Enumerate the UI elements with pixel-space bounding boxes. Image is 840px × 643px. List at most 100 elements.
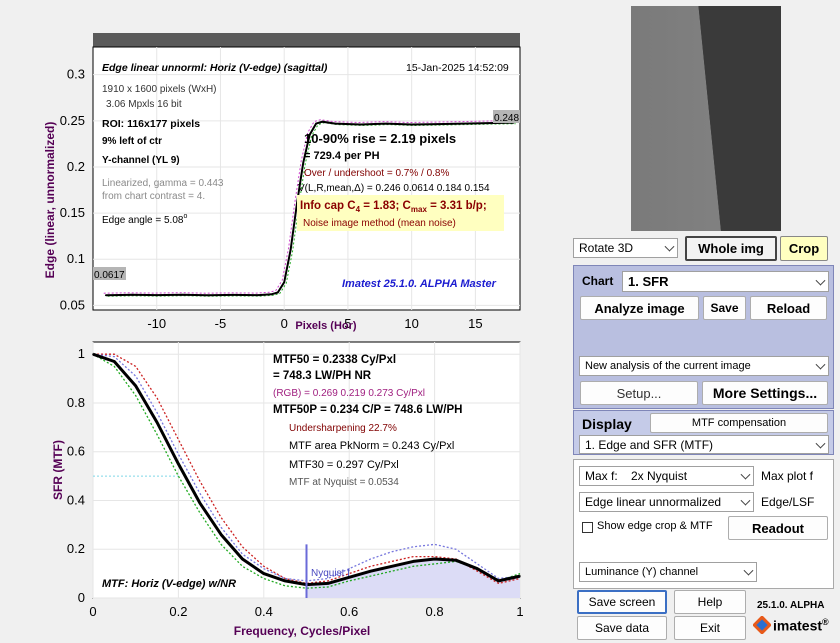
mtf-x-tick: 0.2 bbox=[169, 604, 187, 619]
mtf-point bbox=[433, 558, 436, 560]
chevron-down-icon bbox=[740, 495, 751, 506]
watermark-text: Imatest 25.1.0. ALPHA Master bbox=[342, 278, 497, 290]
mtf-point bbox=[412, 560, 415, 563]
edge-x-tick: 10 bbox=[404, 316, 418, 331]
brand-text: imatest bbox=[773, 617, 823, 634]
channel-select[interactable]: Luminance (Y) channel bbox=[579, 562, 757, 582]
edge-y-axis-label: Edge (linear, unnormalized) bbox=[43, 122, 57, 279]
mtf-point bbox=[369, 570, 372, 572]
mtf-point bbox=[284, 580, 286, 582]
left-value-label: 0.0617 bbox=[94, 270, 125, 281]
display-select-value: 1. Edge and SFR (MTF) bbox=[585, 437, 714, 452]
mtf-point bbox=[198, 502, 201, 504]
mtf-point bbox=[391, 565, 393, 568]
mtf-nyquist-text: MTF at Nyquist = 0.0534 bbox=[289, 477, 399, 488]
edge-display-select-value: Edge linear unnormalized bbox=[585, 495, 722, 509]
mtf-y-tick: 0.6 bbox=[67, 444, 85, 459]
mtf-point bbox=[241, 558, 244, 560]
chevron-down-icon bbox=[815, 275, 826, 286]
mpxls-text: 3.06 Mpxls 16 bit bbox=[106, 99, 182, 110]
mtf-y-tick: 0 bbox=[78, 590, 85, 605]
edge-x-axis-label: Pixels (Hor) bbox=[295, 320, 356, 332]
mtf-area-text: MTF area PkNorm = 0.243 Cy/Pxl bbox=[289, 440, 454, 452]
roi-text: ROI: 116x177 pixels bbox=[102, 118, 200, 130]
roi-position-text: 9% left of ctr bbox=[102, 136, 162, 147]
exit-button[interactable]: Exit bbox=[674, 616, 746, 640]
mtf50-text: MTF50 = 0.2338 Cy/Pxl bbox=[273, 354, 396, 366]
edge-point bbox=[289, 249, 292, 251]
undersharpening-text: Undersharpening 22.7% bbox=[289, 423, 397, 434]
chart-select-value: 1. SFR bbox=[628, 274, 669, 289]
edge-point bbox=[385, 122, 387, 125]
brand-reg: ® bbox=[822, 617, 829, 627]
edge-y-tick: 0.15 bbox=[60, 205, 85, 220]
edge-point bbox=[232, 294, 235, 296]
edge-point bbox=[277, 291, 279, 294]
per-ph-text: = 729.4 per PH bbox=[304, 150, 380, 162]
more-settings-button[interactable]: More Settings... bbox=[702, 381, 828, 405]
edge-point bbox=[410, 123, 413, 126]
info-cap-text: Info cap C4 = 1.83; Cmax = 3.31 b/p; bbox=[300, 200, 487, 214]
imatest-logo-icon bbox=[753, 616, 771, 634]
mtf-y-axis-label: SFR (MTF) bbox=[51, 440, 65, 500]
rgb-mtf50-text: (RGB) = 0.269 0.219 0.273 Cy/Pxl bbox=[273, 388, 425, 399]
edge-display-select[interactable]: Edge linear unnormalized bbox=[579, 492, 754, 512]
max-f-select[interactable]: Max f: 2x Nyquist bbox=[579, 466, 754, 486]
edge-point bbox=[283, 281, 285, 284]
edge-point bbox=[487, 122, 489, 124]
readout-button[interactable]: Readout bbox=[728, 516, 828, 540]
rotate-select[interactable]: Rotate 3D bbox=[573, 238, 678, 258]
show-edge-crop-checkbox[interactable] bbox=[582, 522, 593, 533]
edge-point bbox=[334, 122, 336, 125]
mtf-y-tick: 0.4 bbox=[67, 492, 85, 507]
mtf-x-tick: 0.6 bbox=[340, 604, 358, 619]
mtf-x-tick: 0.4 bbox=[255, 604, 273, 619]
display-select[interactable]: 1. Edge and SFR (MTF) bbox=[579, 435, 829, 454]
show-edge-crop-label: Show edge crop & MTF bbox=[597, 520, 713, 532]
edge-y-tick: 0.3 bbox=[67, 67, 85, 82]
edge-lsf-label: Edge/LSF bbox=[761, 495, 815, 509]
mtf-y-tick: 1 bbox=[78, 346, 85, 361]
save-screen-button[interactable]: Save screen bbox=[577, 590, 667, 614]
lwph-text: = 748.3 LW/PH NR bbox=[273, 370, 372, 382]
help-button[interactable]: Help bbox=[674, 590, 746, 614]
edge-image-preview[interactable] bbox=[631, 6, 781, 231]
edge-point bbox=[321, 120, 324, 123]
v-values-text: V(L,R,mean,Δ) = 0.246 0.0614 0.184 0.154 bbox=[298, 183, 490, 194]
crop-button[interactable]: Crop bbox=[780, 236, 828, 261]
mtf-point bbox=[327, 582, 329, 585]
edge-point bbox=[104, 294, 107, 297]
setup-button[interactable]: Setup... bbox=[580, 381, 698, 405]
reload-button[interactable]: Reload bbox=[750, 296, 827, 320]
analysis-select[interactable]: New analysis of the current image bbox=[579, 356, 829, 376]
mtf-point bbox=[156, 421, 158, 424]
channel-text: Y-channel (YL 9) bbox=[102, 155, 180, 166]
edge-y-tick: 0.25 bbox=[60, 113, 85, 128]
edge-point bbox=[257, 294, 260, 296]
save-button[interactable]: Save bbox=[703, 296, 746, 320]
mtf-point bbox=[134, 385, 137, 387]
mtf-point bbox=[497, 580, 500, 582]
edge-y-tick: 0.05 bbox=[60, 297, 85, 312]
chevron-down-icon bbox=[740, 469, 751, 480]
max-f-select-value: Max f: 2x Nyquist bbox=[585, 469, 688, 483]
chart-select[interactable]: 1. SFR bbox=[622, 271, 829, 292]
chart-label: Chart bbox=[582, 274, 614, 288]
mtf-compensation-button[interactable]: MTF compensation bbox=[650, 413, 828, 433]
analyze-image-button[interactable]: Analyze image bbox=[580, 296, 699, 320]
mtf30-text: MTF30 = 0.297 Cy/Pxl bbox=[289, 459, 399, 471]
edge-point bbox=[206, 294, 209, 297]
edge-x-tick: -5 bbox=[215, 316, 227, 331]
whole-img-button[interactable]: Whole img bbox=[685, 236, 777, 261]
edge-point bbox=[270, 293, 273, 296]
edge-point bbox=[359, 123, 362, 126]
edge-point bbox=[461, 122, 464, 125]
chevron-down-icon bbox=[815, 438, 826, 449]
mtf-point bbox=[177, 463, 180, 465]
edge-strip bbox=[93, 33, 520, 47]
save-data-button[interactable]: Save data bbox=[577, 616, 667, 640]
display-label: Display bbox=[582, 416, 632, 432]
chevron-down-icon bbox=[664, 241, 675, 252]
chevron-down-icon bbox=[743, 565, 754, 576]
linearized-text: Linearized, gamma = 0.443 bbox=[102, 178, 224, 189]
